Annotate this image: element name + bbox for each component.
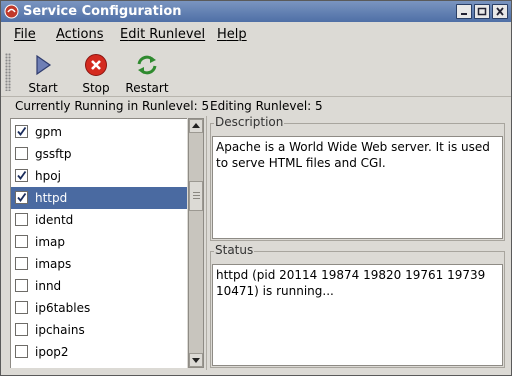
service-enabled-checkbox[interactable] xyxy=(15,301,28,314)
service-row[interactable]: ip6tables xyxy=(11,297,187,319)
service-row[interactable]: gpm xyxy=(11,121,187,143)
service-enabled-checkbox[interactable] xyxy=(15,169,28,182)
service-enabled-checkbox[interactable] xyxy=(15,345,28,358)
status-frame: Status httpd (pid 20114 19874 19820 1976… xyxy=(210,243,505,368)
service-enabled-checkbox[interactable] xyxy=(15,323,28,336)
service-row[interactable]: ipchains xyxy=(11,319,187,341)
service-name: hpoj xyxy=(35,169,61,183)
arrow-up-icon xyxy=(192,123,200,128)
menu-edit-runlevel[interactable]: Edit Runlevel xyxy=(120,27,205,42)
minimize-button[interactable] xyxy=(456,4,472,19)
toolbar: Start Stop Restart xyxy=(1,47,511,97)
menu-help[interactable]: Help xyxy=(217,27,247,42)
toolbar-grip[interactable] xyxy=(5,53,11,91)
service-name: imaps xyxy=(35,257,72,271)
description-frame: Description Apache is a World Wide Web s… xyxy=(210,115,505,241)
toolbar-separator xyxy=(1,96,511,97)
service-name: ipop2 xyxy=(35,345,69,359)
service-configuration-window: Service Configuration File Actions Edit … xyxy=(0,0,512,376)
editing-runlevel-label: Editing Runlevel: 5 xyxy=(210,99,323,113)
scroll-down-button[interactable] xyxy=(189,353,203,367)
pane-divider[interactable] xyxy=(206,116,207,370)
service-row[interactable]: httpd xyxy=(11,187,187,209)
stop-label: Stop xyxy=(82,81,110,95)
service-enabled-checkbox[interactable] xyxy=(15,191,28,204)
status-label: Status xyxy=(214,243,255,257)
service-name: imap xyxy=(35,235,65,249)
service-row[interactable]: hpoj xyxy=(11,165,187,187)
service-enabled-checkbox[interactable] xyxy=(15,257,28,270)
maximize-icon xyxy=(477,7,487,16)
service-row[interactable]: ipop2 xyxy=(11,341,187,363)
title-bar[interactable]: Service Configuration xyxy=(1,1,511,22)
checkmark-icon xyxy=(17,170,27,180)
service-row[interactable]: imap xyxy=(11,231,187,253)
checkmark-icon xyxy=(17,192,27,202)
close-icon xyxy=(496,7,504,16)
refresh-icon xyxy=(135,53,159,77)
service-row[interactable]: gssftp xyxy=(11,143,187,165)
service-name: innd xyxy=(35,279,62,293)
service-row[interactable]: imaps xyxy=(11,253,187,275)
app-icon xyxy=(4,4,19,19)
minimize-icon xyxy=(461,13,467,15)
scroll-up-button[interactable] xyxy=(189,119,203,133)
start-button[interactable]: Start xyxy=(21,51,65,95)
service-enabled-checkbox[interactable] xyxy=(15,235,28,248)
service-enabled-checkbox[interactable] xyxy=(15,279,28,292)
close-button[interactable] xyxy=(492,4,508,19)
restart-label: Restart xyxy=(125,81,169,95)
window-title: Service Configuration xyxy=(23,4,182,19)
maximize-button[interactable] xyxy=(474,4,490,19)
arrow-down-icon xyxy=(192,358,200,363)
status-text: httpd (pid 20114 19874 19820 19761 19739… xyxy=(212,264,503,366)
menu-actions[interactable]: Actions xyxy=(56,27,104,42)
menu-bar: File Actions Edit Runlevel Help xyxy=(1,23,511,45)
service-name: httpd xyxy=(35,191,68,205)
service-name: identd xyxy=(35,213,74,227)
menu-file[interactable]: File xyxy=(14,27,36,42)
service-enabled-checkbox[interactable] xyxy=(15,213,28,226)
stop-button[interactable]: Stop xyxy=(74,51,118,95)
service-name: gssftp xyxy=(35,147,72,161)
start-label: Start xyxy=(28,81,58,95)
service-enabled-checkbox[interactable] xyxy=(15,147,28,160)
service-name: ip6tables xyxy=(35,301,91,315)
stop-icon xyxy=(84,53,108,77)
checkmark-icon xyxy=(17,126,27,136)
service-row[interactable]: innd xyxy=(11,275,187,297)
service-name: gpm xyxy=(35,125,62,139)
description-label: Description xyxy=(214,115,285,129)
play-icon xyxy=(31,53,55,77)
service-list-scrollbar[interactable] xyxy=(188,118,204,368)
service-list[interactable]: gpm gssftp hpoj httpd identd imap imaps innd ip6… xyxy=(10,118,187,368)
current-runlevel-label: Currently Running in Runlevel: 5 xyxy=(15,99,210,113)
restart-button[interactable]: Restart xyxy=(121,51,173,95)
service-enabled-checkbox[interactable] xyxy=(15,125,28,138)
service-name: ipchains xyxy=(35,323,85,337)
scroll-thumb[interactable] xyxy=(189,181,203,211)
description-text: Apache is a World Wide Web server. It is… xyxy=(212,136,503,239)
service-row[interactable]: identd xyxy=(11,209,187,231)
